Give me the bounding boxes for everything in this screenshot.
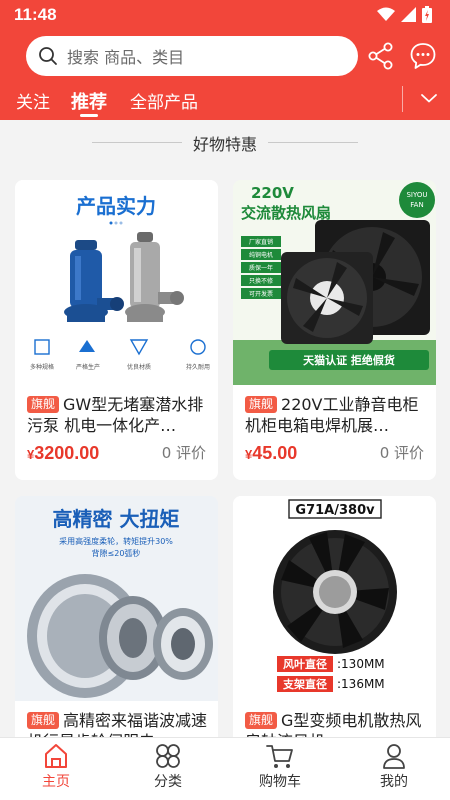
svg-text:支架直径: 支架直径 xyxy=(282,677,327,691)
product-image[interactable]: 高精密 大扭矩 采用高强度柔轮，转矩提升30% 背隙≤20弧秒 xyxy=(15,496,218,701)
tab-all-products[interactable]: 全部产品 xyxy=(130,88,198,113)
home-icon xyxy=(45,744,67,768)
signal-icon xyxy=(401,7,416,22)
product-price: ¥3200.00 xyxy=(27,443,100,463)
product-title[interactable]: 旗舰 GW型无堵塞潜水排污泵 机电一体化产… xyxy=(27,394,210,436)
category-icon xyxy=(156,744,180,768)
svg-text:高精密 大扭矩: 高精密 大扭矩 xyxy=(53,507,180,531)
product-title[interactable]: 旗舰 220V工业静音电柜机柜电箱电焊机展… xyxy=(245,394,428,436)
nav-home[interactable]: 主页 xyxy=(16,742,96,791)
svg-text:质保一年: 质保一年 xyxy=(249,264,273,272)
svg-text:可开发票: 可开发票 xyxy=(249,290,273,298)
bottom-navigation: 主页 分类 购物车 我的 xyxy=(0,737,450,800)
product-price: ¥45.00 xyxy=(245,443,298,463)
svg-text:优良材质: 优良材质 xyxy=(127,363,151,371)
category-tabs: 关注 推荐 全部产品 xyxy=(0,86,450,120)
tab-recommended[interactable]: 推荐 xyxy=(71,88,107,114)
status-icons xyxy=(377,6,432,23)
wifi-icon xyxy=(377,7,395,21)
svg-text::136MM: :136MM xyxy=(337,677,385,691)
search-bar[interactable]: 搜索 商品、类目 xyxy=(26,36,358,76)
product-card[interactable]: G71A/380v 风叶直径 :130MM 支架直径 :136MM 旗舰 G型变频… xyxy=(233,496,436,756)
svg-text:220V: 220V xyxy=(251,184,294,202)
cart-icon xyxy=(266,745,293,768)
svg-text:风叶直径: 风叶直径 xyxy=(283,657,327,671)
nav-profile[interactable]: 我的 xyxy=(354,742,434,791)
svg-text:厂家直销: 厂家直销 xyxy=(249,238,273,246)
svg-text:背隙≤20弧秒: 背隙≤20弧秒 xyxy=(92,548,141,558)
svg-text:多种规格: 多种规格 xyxy=(30,363,54,371)
flagship-badge: 旗舰 xyxy=(27,396,60,413)
divider-line-right xyxy=(268,142,358,143)
tab-divider xyxy=(402,86,403,112)
section-title: 好物特惠 xyxy=(192,135,257,154)
svg-text::130MM: :130MM xyxy=(337,657,385,671)
search-placeholder: 搜索 商品、类目 xyxy=(67,48,185,67)
gear-reducer-photo: 高精密 大扭矩 采用高强度柔轮，转矩提升30% 背隙≤20弧秒 xyxy=(15,496,218,701)
svg-text:只换不修: 只换不修 xyxy=(249,277,273,285)
share-icon[interactable] xyxy=(368,42,394,70)
svg-text:纯铜电机: 纯铜电机 xyxy=(249,251,273,259)
profile-icon xyxy=(383,744,405,769)
review-count: 0 评价 xyxy=(379,444,424,462)
svg-text:严格生产: 严格生产 xyxy=(76,363,100,371)
svg-text:持久耐用: 持久耐用 xyxy=(186,363,210,371)
product-card[interactable]: 高精密 大扭矩 采用高强度柔轮，转矩提升30% 背隙≤20弧秒 旗舰 高精密来福谐… xyxy=(15,496,218,756)
flagship-badge: 旗舰 xyxy=(245,396,278,413)
active-tab-indicator xyxy=(80,114,98,117)
flagship-badge: 旗舰 xyxy=(245,712,278,729)
flagship-badge: 旗舰 xyxy=(27,712,60,729)
svg-text:SIYOU: SIYOU xyxy=(406,191,427,199)
tab-follow[interactable]: 关注 xyxy=(16,88,50,113)
battery-icon xyxy=(422,6,432,23)
product-image[interactable]: 产品实力 多种规格 严格生产 优良材质 持久耐用 xyxy=(15,180,218,385)
search-icon xyxy=(39,47,57,65)
section-header: 好物特惠 xyxy=(0,128,450,156)
image-headline: 产品实力 xyxy=(76,194,156,218)
pump-product-photo: 产品实力 多种规格 严格生产 优良材质 持久耐用 xyxy=(30,194,210,371)
svg-text:交流散热风扇: 交流散热风扇 xyxy=(241,204,331,222)
status-time: 11:48 xyxy=(14,5,57,24)
axial-fan-photo: G71A/380v 风叶直径 :130MM 支架直径 :136MM xyxy=(273,499,397,692)
product-card[interactable]: 产品实力 多种规格 严格生产 优良材质 持久耐用 旗舰 GW型无堵塞潜水排污泵 … xyxy=(15,180,218,480)
product-image[interactable]: G71A/380v 风叶直径 :130MM 支架直径 :136MM xyxy=(233,496,436,701)
product-card[interactable]: 220V 交流散热风扇 SIYOU FAN 厂家直销 纯铜电机 质保一年 只换不… xyxy=(233,180,436,480)
chevron-down-icon[interactable] xyxy=(420,92,438,104)
nav-category[interactable]: 分类 xyxy=(128,742,208,791)
fan-product-photo: 220V 交流散热风扇 SIYOU FAN 厂家直销 纯铜电机 质保一年 只换不… xyxy=(233,180,436,385)
message-icon[interactable] xyxy=(410,42,436,70)
svg-text:G71A/380v: G71A/380v xyxy=(295,503,375,518)
product-image[interactable]: 220V 交流散热风扇 SIYOU FAN 厂家直销 纯铜电机 质保一年 只换不… xyxy=(233,180,436,385)
status-bar: 11:48 xyxy=(0,0,450,30)
top-header: 搜索 商品、类目 关注 推荐 全部产品 xyxy=(0,30,450,120)
nav-cart[interactable]: 购物车 xyxy=(240,742,320,791)
svg-text:天猫认证 拒绝假货: 天猫认证 拒绝假货 xyxy=(303,353,395,367)
svg-text:FAN: FAN xyxy=(410,201,423,209)
svg-text:采用高强度柔轮，转矩提升30%: 采用高强度柔轮，转矩提升30% xyxy=(59,536,173,546)
review-count: 0 评价 xyxy=(161,444,206,462)
